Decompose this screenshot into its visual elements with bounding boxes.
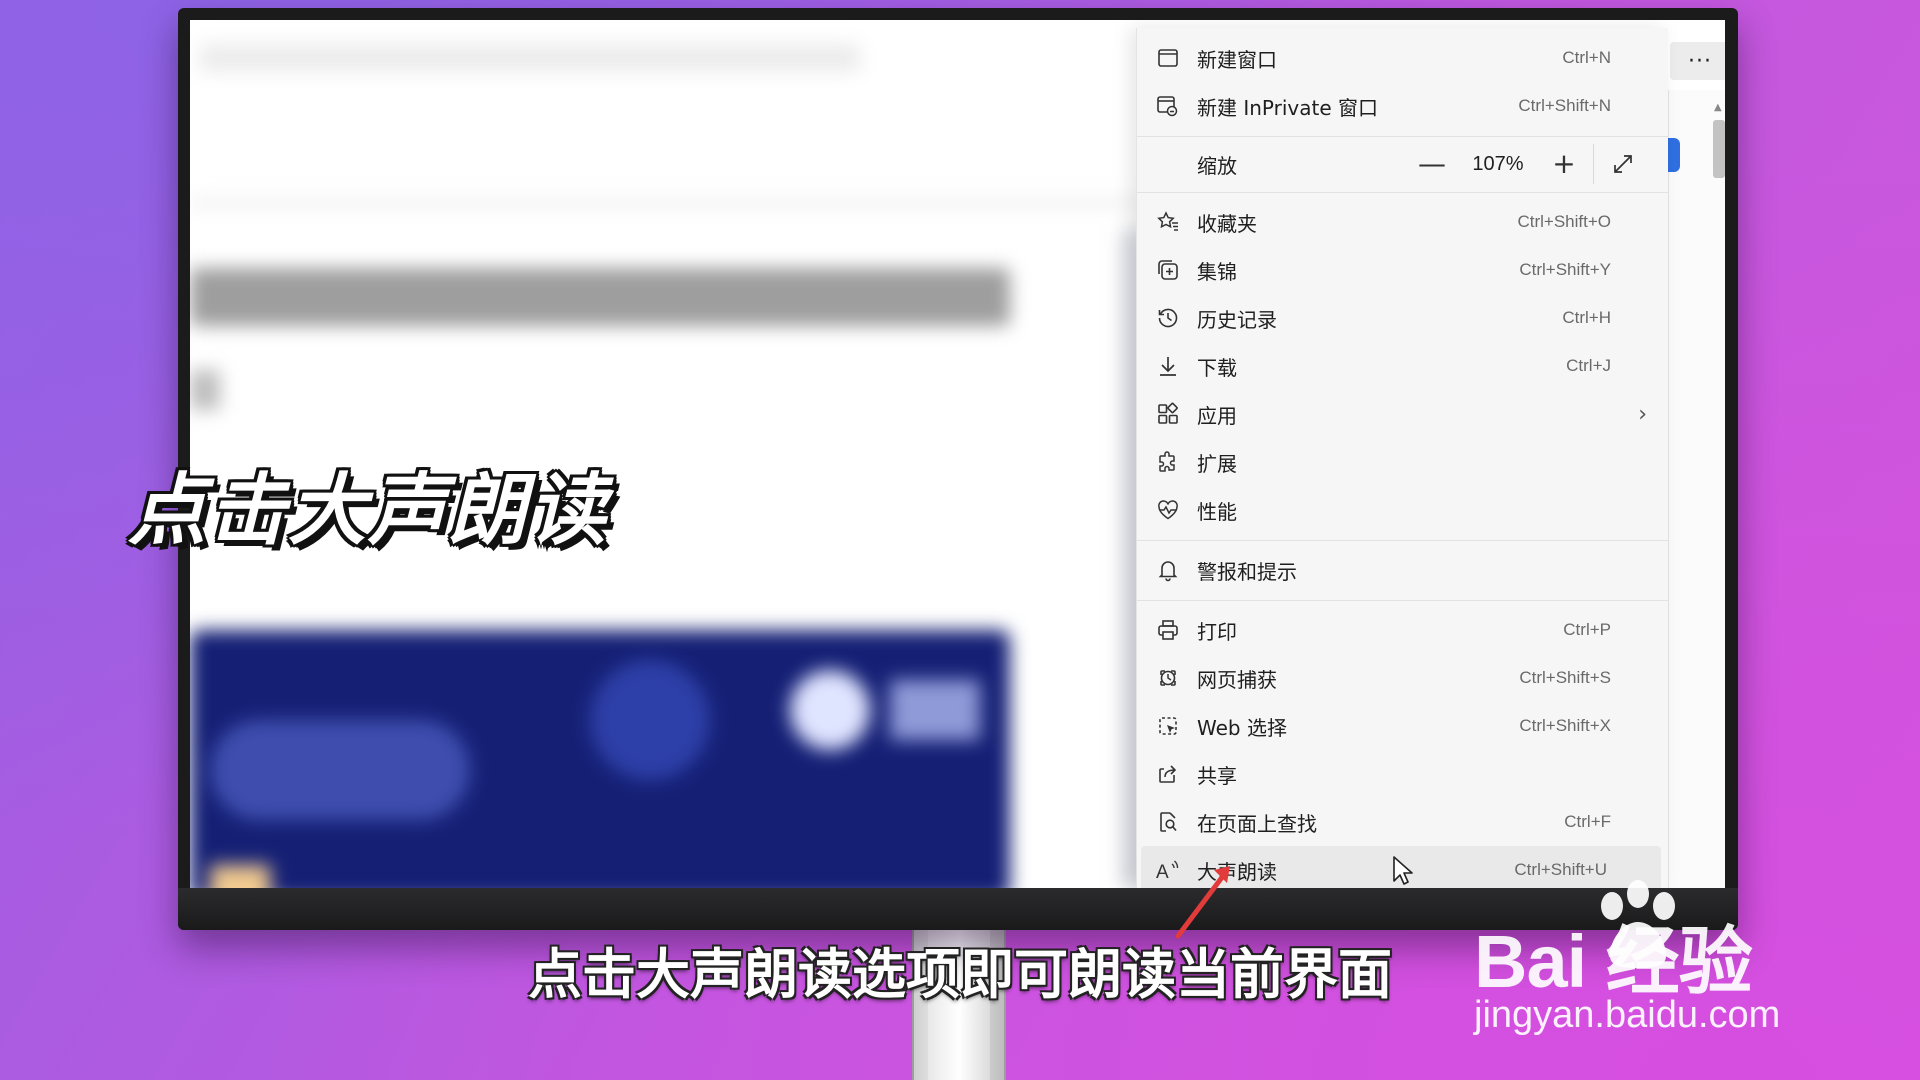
find-icon xyxy=(1155,809,1181,835)
zoom-label: 缩放 xyxy=(1197,153,1237,178)
svg-text:A: A xyxy=(1156,862,1169,882)
menu-item-label: 新建窗口 xyxy=(1197,47,1277,72)
menu-item-find[interactable]: 在页面上查找 Ctrl+F xyxy=(1137,798,1669,846)
extensions-icon xyxy=(1155,449,1181,475)
menu-item-shortcut: Ctrl+H xyxy=(1562,308,1611,327)
menu-item-label: 应用 xyxy=(1197,403,1237,428)
menu-item-extensions[interactable]: 扩展 xyxy=(1137,438,1669,486)
menu-separator xyxy=(1137,540,1669,541)
menu-item-web-capture[interactable]: 网页捕获 Ctrl+Shift+S xyxy=(1137,654,1669,702)
zoom-in-button[interactable]: + xyxy=(1549,150,1579,178)
menu-separator xyxy=(1137,600,1669,601)
menu-item-zoom: 缩放 — 107% + xyxy=(1137,140,1669,188)
bell-icon xyxy=(1155,557,1181,583)
menu-item-label: 性能 xyxy=(1197,499,1237,524)
menu-item-favorites[interactable]: 收藏夹 Ctrl+Shift+O xyxy=(1137,198,1669,246)
menu-item-shortcut: Ctrl+Shift+S xyxy=(1519,668,1611,687)
history-icon xyxy=(1155,305,1181,331)
scroll-up-icon[interactable]: ▲ xyxy=(1714,102,1722,113)
menu-item-alerts[interactable]: 警报和提示 xyxy=(1137,546,1669,594)
blue-button-edge xyxy=(1668,138,1680,172)
overlay-title-caption: 点击大声朗读 xyxy=(128,466,609,556)
menu-item-label: Web 选择 xyxy=(1197,715,1287,740)
zoom-controls: — 107% + xyxy=(1417,140,1638,188)
web-select-icon xyxy=(1155,713,1181,739)
menu-item-shortcut: Ctrl+Shift+X xyxy=(1519,716,1611,735)
menu-item-shortcut: Ctrl+P xyxy=(1563,620,1611,639)
window-icon xyxy=(1155,45,1181,71)
settings-menu: 新建窗口 Ctrl+N 新建 InPrivate 窗口 Ctrl+Shift+N… xyxy=(1136,28,1669,888)
menu-item-shortcut: Ctrl+F xyxy=(1564,812,1611,831)
red-arrow-icon xyxy=(1170,860,1250,940)
watermark-url: jingyan.baidu.com xyxy=(1474,994,1781,1036)
zoom-divider xyxy=(1593,144,1594,184)
menu-item-label: 扩展 xyxy=(1197,451,1237,476)
menu-separator xyxy=(1137,136,1669,137)
menu-item-new-window[interactable]: 新建窗口 Ctrl+N xyxy=(1137,34,1669,82)
more-options-button[interactable]: ··· xyxy=(1670,42,1725,80)
menu-item-label: 集锦 xyxy=(1197,259,1237,284)
menu-item-share[interactable]: 共享 xyxy=(1137,750,1669,798)
menu-item-label: 在页面上查找 xyxy=(1197,811,1317,836)
zoom-out-button[interactable]: — xyxy=(1417,150,1447,178)
performance-icon xyxy=(1155,497,1181,523)
menu-item-new-inprivate[interactable]: 新建 InPrivate 窗口 Ctrl+Shift+N xyxy=(1137,82,1669,130)
apps-icon xyxy=(1155,401,1181,427)
inprivate-window-icon xyxy=(1155,93,1181,119)
menu-separator xyxy=(1137,192,1669,193)
menu-item-shortcut: Ctrl+Shift+N xyxy=(1518,96,1611,115)
menu-item-label: 警报和提示 xyxy=(1197,559,1297,584)
menu-item-label: 打印 xyxy=(1197,619,1237,644)
menu-item-downloads[interactable]: 下载 Ctrl+J xyxy=(1137,342,1669,390)
menu-item-label: 共享 xyxy=(1197,763,1237,788)
menu-item-shortcut: Ctrl+Shift+Y xyxy=(1519,260,1611,279)
menu-item-shortcut: Ctrl+J xyxy=(1566,356,1611,375)
menu-item-history[interactable]: 历史记录 Ctrl+H xyxy=(1137,294,1669,342)
mouse-cursor-icon xyxy=(1392,855,1414,887)
menu-item-collections[interactable]: 集锦 Ctrl+Shift+Y xyxy=(1137,246,1669,294)
share-icon xyxy=(1155,761,1181,787)
favorites-icon xyxy=(1155,209,1181,235)
zoom-level: 107% xyxy=(1472,152,1524,175)
menu-item-label: 历史记录 xyxy=(1197,307,1277,332)
print-icon xyxy=(1155,617,1181,643)
baidu-jingyan-logo: Bai 经验 xyxy=(1474,920,1753,1003)
collections-icon xyxy=(1155,257,1181,283)
web-capture-icon xyxy=(1155,665,1181,691)
menu-item-print[interactable]: 打印 Ctrl+P xyxy=(1137,606,1669,654)
menu-item-label: 收藏夹 xyxy=(1197,211,1257,236)
menu-item-apps[interactable]: 应用 › xyxy=(1137,390,1669,438)
menu-item-web-select[interactable]: Web 选择 Ctrl+Shift+X xyxy=(1137,702,1669,750)
page-right-edge xyxy=(1668,90,1725,888)
fullscreen-icon[interactable] xyxy=(1608,152,1638,176)
download-icon xyxy=(1155,353,1181,379)
scrollbar-thumb[interactable] xyxy=(1713,120,1725,178)
menu-item-label: 网页捕获 xyxy=(1197,667,1277,692)
menu-item-shortcut: Ctrl+N xyxy=(1562,48,1611,67)
menu-item-label: 新建 InPrivate 窗口 xyxy=(1197,95,1379,120)
menu-item-label: 下载 xyxy=(1197,355,1237,380)
menu-item-shortcut: Ctrl+Shift+O xyxy=(1517,212,1611,231)
menu-item-performance[interactable]: 性能 xyxy=(1137,486,1669,534)
chevron-right-icon: › xyxy=(1638,401,1647,427)
